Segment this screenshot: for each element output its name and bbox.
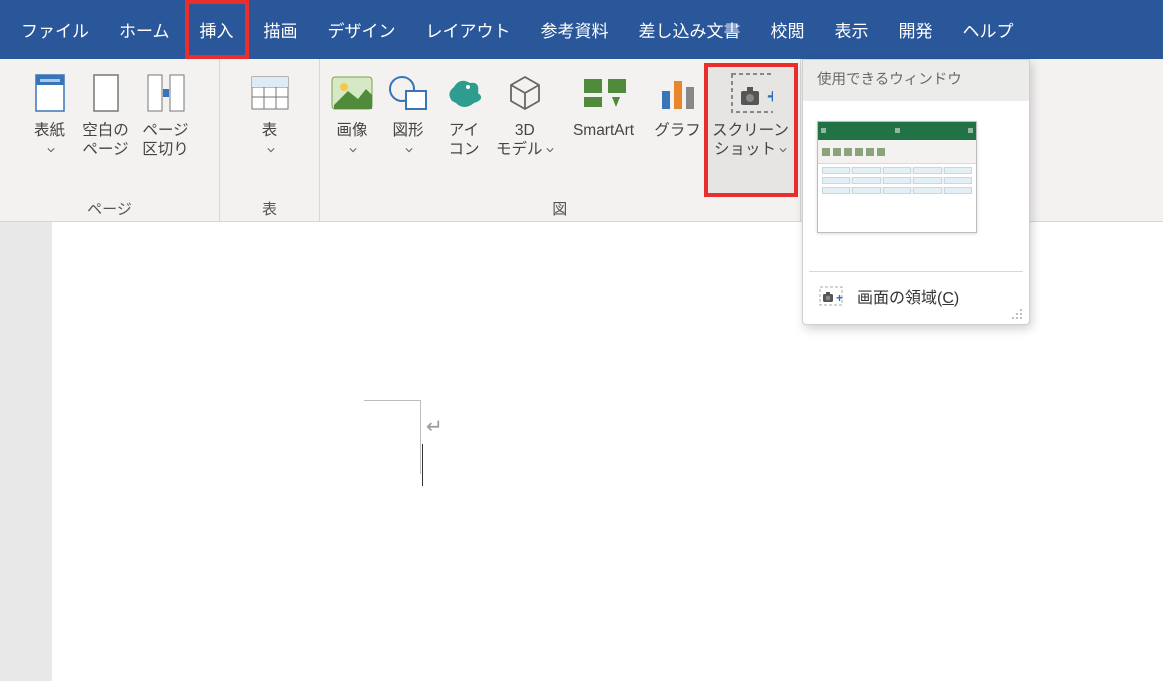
svg-text:+: + xyxy=(836,291,843,305)
icons-label: アイ コン xyxy=(448,121,479,160)
screenshot-button[interactable]: + スクリーン ショット xyxy=(706,65,796,195)
blank-page-label: 空白の ページ xyxy=(82,121,129,160)
svg-text:+: + xyxy=(767,86,773,108)
3d-icon xyxy=(503,71,547,115)
group-pages-label: ページ xyxy=(4,195,215,221)
group-table: 表 表 xyxy=(220,59,320,221)
shapes-button[interactable]: 図形 xyxy=(380,65,436,195)
picture-icon xyxy=(330,71,374,115)
tab-references[interactable]: 参考資料 xyxy=(526,0,624,59)
icons-icon xyxy=(442,71,486,115)
chevron-down-icon xyxy=(47,147,55,153)
tab-layout[interactable]: レイアウト xyxy=(411,0,526,59)
3d-models-label: 3D モデル xyxy=(496,122,543,158)
tab-review[interactable]: 校閲 xyxy=(756,0,820,59)
table-icon xyxy=(248,71,292,115)
chevron-down-icon xyxy=(546,147,554,153)
screenshot-label: スクリーン ショット xyxy=(712,122,789,158)
text-caret xyxy=(422,444,423,486)
tab-draw[interactable]: 描画 xyxy=(249,0,313,59)
table-label: 表 xyxy=(262,122,278,139)
resize-grip-icon[interactable] xyxy=(1011,308,1023,320)
chart-button[interactable]: グラフ xyxy=(650,65,706,195)
paragraph-mark-icon: ↵ xyxy=(426,414,443,439)
left-gutter xyxy=(0,222,52,681)
smartart-label: SmartArt xyxy=(573,121,634,140)
group-pages: 表紙 空白の ページ ページ 区切り ページ xyxy=(0,59,220,221)
tab-developer[interactable]: 開発 xyxy=(884,0,948,59)
chevron-down-icon xyxy=(405,147,413,153)
screenshot-dropdown: 使用できるウィンドウ + 画面の領域(C) xyxy=(802,59,1030,325)
smartart-icon xyxy=(582,71,626,115)
cover-page-label: 表紙 xyxy=(34,122,65,139)
tab-design[interactable]: デザイン xyxy=(313,0,411,59)
screenshot-icon: + xyxy=(729,71,773,115)
chart-label: グラフ xyxy=(654,121,701,140)
tab-home[interactable]: ホーム xyxy=(104,0,185,59)
page-break-icon xyxy=(144,71,188,115)
page-corner-marker: ↵ xyxy=(364,362,424,422)
menubar: ファイル ホーム 挿入 描画 デザイン レイアウト 参考資料 差し込み文書 校閲… xyxy=(0,0,1163,59)
group-table-label: 表 xyxy=(224,195,315,221)
window-thumbnail[interactable] xyxy=(817,121,977,233)
tab-help[interactable]: ヘルプ xyxy=(948,0,1029,59)
tab-file[interactable]: ファイル xyxy=(6,0,104,59)
cover-page-button[interactable]: 表紙 xyxy=(22,65,78,195)
tab-view[interactable]: 表示 xyxy=(820,0,884,59)
cover-page-icon xyxy=(28,71,72,115)
3d-models-button[interactable]: 3D モデル xyxy=(492,65,558,195)
tab-insert[interactable]: 挿入 xyxy=(185,0,249,59)
blank-page-icon xyxy=(84,71,128,115)
picture-button[interactable]: 画像 xyxy=(324,65,380,195)
shapes-icon xyxy=(386,71,430,115)
available-windows-area xyxy=(803,101,1029,271)
picture-label: 画像 xyxy=(336,122,367,139)
dropdown-header: 使用できるウィンドウ xyxy=(803,60,1029,101)
group-illustrations: 画像 図形 アイ コン 3D モデル xyxy=(320,59,801,221)
tab-mailings[interactable]: 差し込み文書 xyxy=(624,0,756,59)
chevron-down-icon xyxy=(267,147,275,153)
page-break-label: ページ 区切り xyxy=(142,121,189,160)
chevron-down-icon xyxy=(779,147,787,153)
camera-plus-icon: + xyxy=(819,286,843,306)
blank-page-button[interactable]: 空白の ページ xyxy=(78,65,134,195)
table-button[interactable]: 表 xyxy=(230,65,310,195)
group-illustrations-label: 図 xyxy=(324,195,796,221)
smartart-button[interactable]: SmartArt xyxy=(558,65,650,195)
chart-icon xyxy=(656,71,700,115)
shapes-label: 図形 xyxy=(392,122,423,139)
screen-clipping-label: 画面の領域(C) xyxy=(857,284,959,308)
page-break-button[interactable]: ページ 区切り xyxy=(134,65,198,195)
screen-clipping-item[interactable]: + 画面の領域(C) xyxy=(803,272,1029,320)
chevron-down-icon xyxy=(349,147,357,153)
icons-button[interactable]: アイ コン xyxy=(436,65,492,195)
